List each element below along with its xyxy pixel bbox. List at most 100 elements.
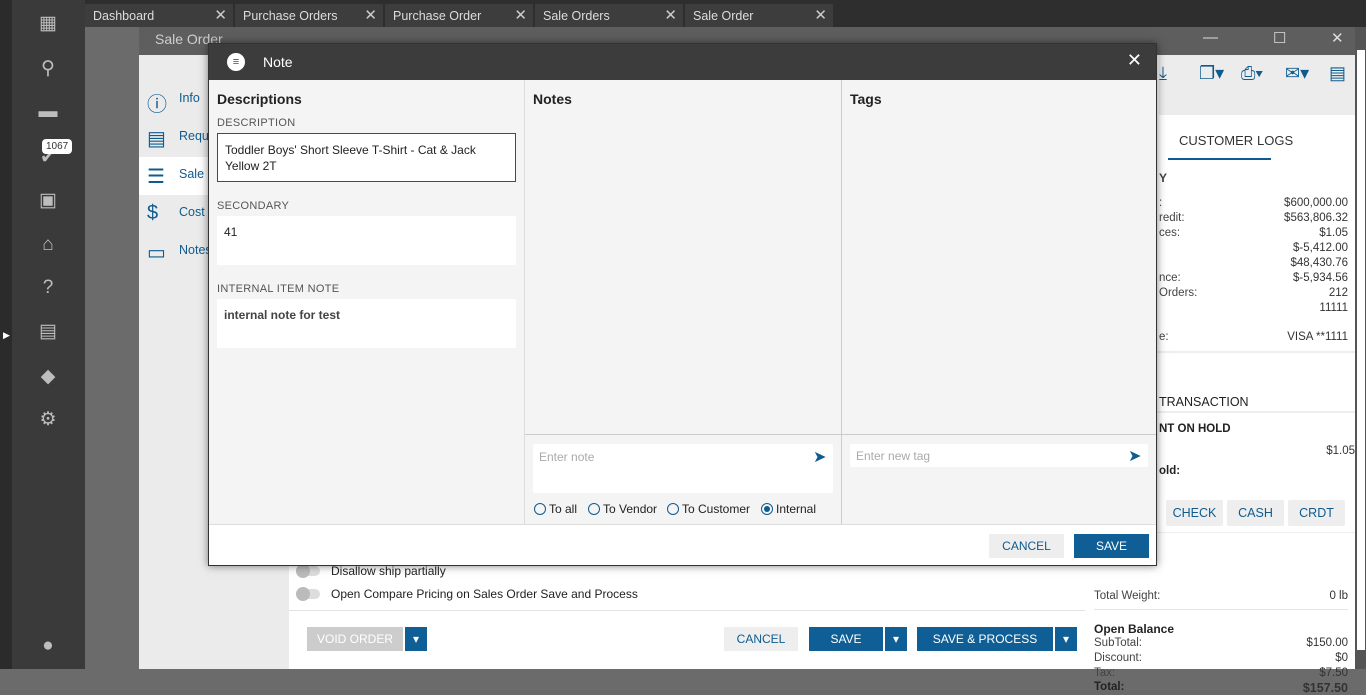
tab-label: Sale Orders (543, 9, 610, 23)
subtotal-label: SubTotal: (1094, 637, 1142, 649)
divider (1094, 609, 1348, 610)
radio-internal[interactable]: Internal (761, 502, 816, 516)
void-order-button[interactable]: VOID ORDER (307, 627, 403, 651)
discount-label: Discount: (1094, 652, 1142, 664)
close-icon[interactable]: ✕ (514, 6, 527, 24)
summary-label: ces: (1159, 227, 1181, 239)
divider (842, 434, 1156, 435)
toggle-label: Open Compare Pricing on Sales Order Save… (331, 587, 638, 601)
nav-label: Notes (179, 243, 212, 257)
tags-heading: Tags (850, 91, 882, 107)
store-icon[interactable]: ⌂ (36, 233, 60, 257)
save-process-button[interactable]: SAVE & PROCESS (917, 627, 1053, 651)
close-icon[interactable]: ✕ (664, 6, 677, 24)
icon-rail: ▦ ⚲ ▬ ✔ ▣ ⌂ ? ▤ ◆ ⚙ ● (12, 0, 85, 669)
email-icon[interactable]: ✉▾ (1285, 63, 1309, 84)
tag-icon[interactable]: ◆ (36, 365, 60, 389)
subtotal-value: $150.00 (1306, 637, 1348, 649)
maximize-icon[interactable]: ☐ (1273, 29, 1286, 47)
summary-label: Orders: (1159, 287, 1198, 299)
app-logo-icon: ≡ (227, 53, 245, 71)
toggle-label: Disallow ship partially (331, 564, 446, 578)
dashboard-icon[interactable]: ▦ (36, 12, 60, 36)
summary-value: $48,430.76 (1290, 257, 1348, 269)
tab-label: Dashboard (93, 9, 155, 23)
summary-value: 11111 (1319, 302, 1348, 314)
close-icon[interactable]: ✕ (1127, 50, 1142, 71)
save-button[interactable]: SAVE (809, 627, 883, 651)
tab-customer[interactable]: CUSTOMER (1179, 133, 1253, 148)
minimize-icon[interactable]: — (1203, 29, 1218, 46)
transaction-heading: TRANSACTION (1159, 395, 1249, 409)
descriptions-heading: Descriptions (217, 91, 302, 107)
open-balance-heading: Open Balance (1094, 622, 1175, 636)
close-icon[interactable]: ✕ (214, 6, 227, 24)
hold-value: $1.05 (1326, 445, 1355, 457)
secondary-field[interactable]: 41 (217, 216, 516, 265)
internal-note-label: INTERNAL ITEM NOTE (217, 283, 340, 295)
download-icon[interactable]: ⤓ (1159, 63, 1167, 84)
card-label: e: (1159, 331, 1169, 343)
dialog-cancel-button[interactable]: CANCEL (989, 534, 1064, 558)
check-button[interactable]: CHECK (1166, 500, 1223, 526)
radio-label: Internal (776, 502, 817, 516)
dialog-footer: CANCEL SAVE (209, 524, 1156, 565)
summary-value: $-5,412.00 (1293, 242, 1348, 254)
dialog-title: Note (263, 54, 293, 70)
summary-label: redit: (1159, 212, 1185, 224)
close-window-icon[interactable]: ✕ (1331, 29, 1344, 47)
radio-to-all[interactable]: To all (534, 502, 577, 516)
tab-sale-order[interactable]: Sale Order ✕ (685, 4, 833, 27)
description-field[interactable]: Toddler Boys' Short Sleeve T-Shirt - Cat… (217, 133, 516, 182)
tab-label: Purchase Orders (243, 9, 338, 23)
tab-purchase-orders[interactable]: Purchase Orders ✕ (235, 4, 383, 27)
notification-badge: 1067 (42, 139, 73, 154)
void-dropdown-button[interactable]: ▾ (405, 627, 427, 651)
summary-value: 212 (1328, 287, 1348, 299)
radio-to-customer[interactable]: To Customer (667, 502, 750, 516)
total-label: Total: (1094, 681, 1125, 693)
comment-icon: ▭ (147, 242, 166, 264)
tab-bar: Dashboard ✕ Purchase Orders ✕ Purchase Ord… (85, 0, 1366, 27)
save-process-dropdown-button[interactable]: ▾ (1055, 627, 1077, 651)
tab-label: Sale Order (693, 9, 754, 23)
summary-value: $1.05 (1319, 227, 1348, 239)
internal-note-field[interactable]: internal note for test (217, 299, 516, 348)
copy-icon[interactable]: ❐▾ (1199, 63, 1224, 84)
info-icon: ⓘ (147, 94, 167, 116)
folder-icon[interactable]: ▬ (36, 100, 60, 124)
dollar-icon: $ (147, 202, 159, 224)
clipboard-question-icon[interactable]: ? (36, 276, 60, 300)
notes-column: Notes Enter note ➤ (525, 80, 842, 524)
document-icon[interactable]: ▤ (1329, 63, 1346, 84)
dialog-title-bar: Note (209, 44, 1156, 80)
send-note-icon[interactable]: ➤ (813, 447, 826, 467)
tab-sale-orders[interactable]: Sale Orders ✕ (535, 4, 683, 27)
print-icon[interactable]: ⎙▾ (1241, 63, 1263, 84)
summary-value: $-5,934.56 (1293, 272, 1348, 284)
search-icon[interactable]: ⚲ (36, 57, 60, 81)
contact-icon[interactable]: ▣ (36, 189, 60, 213)
disallow-ship-toggle[interactable] (296, 564, 320, 578)
dialog-save-button[interactable]: SAVE (1074, 534, 1149, 558)
radio-to-vendor[interactable]: To Vendor (588, 502, 657, 516)
close-icon[interactable]: ✕ (364, 6, 377, 24)
user-icon[interactable]: ● (36, 634, 60, 658)
tab-purchase-order[interactable]: Purchase Order ✕ (385, 4, 533, 27)
save-dropdown-button[interactable]: ▾ (885, 627, 907, 651)
tags-column: Tags Enter new tag ➤ (842, 80, 1156, 524)
scrollbar-thumb[interactable] (1357, 50, 1365, 650)
descriptions-column: Descriptions DESCRIPTION Toddler Boys' S… (209, 80, 525, 524)
gear-icon[interactable]: ⚙ (36, 408, 60, 432)
compare-pricing-toggle[interactable] (296, 587, 320, 601)
tag-input[interactable]: Enter new tag (850, 444, 1148, 467)
cancel-button[interactable]: CANCEL (724, 627, 798, 651)
close-icon[interactable]: ✕ (814, 6, 827, 24)
cash-button[interactable]: CASH (1227, 500, 1284, 526)
send-tag-icon[interactable]: ➤ (1128, 446, 1141, 466)
tab-logs[interactable]: LOGS (1257, 133, 1293, 148)
note-input[interactable]: Enter note (533, 444, 833, 493)
tab-dashboard[interactable]: Dashboard ✕ (85, 4, 233, 27)
credit-button[interactable]: CRDT (1288, 500, 1345, 526)
clipboard-icon[interactable]: ▤ (36, 320, 60, 344)
